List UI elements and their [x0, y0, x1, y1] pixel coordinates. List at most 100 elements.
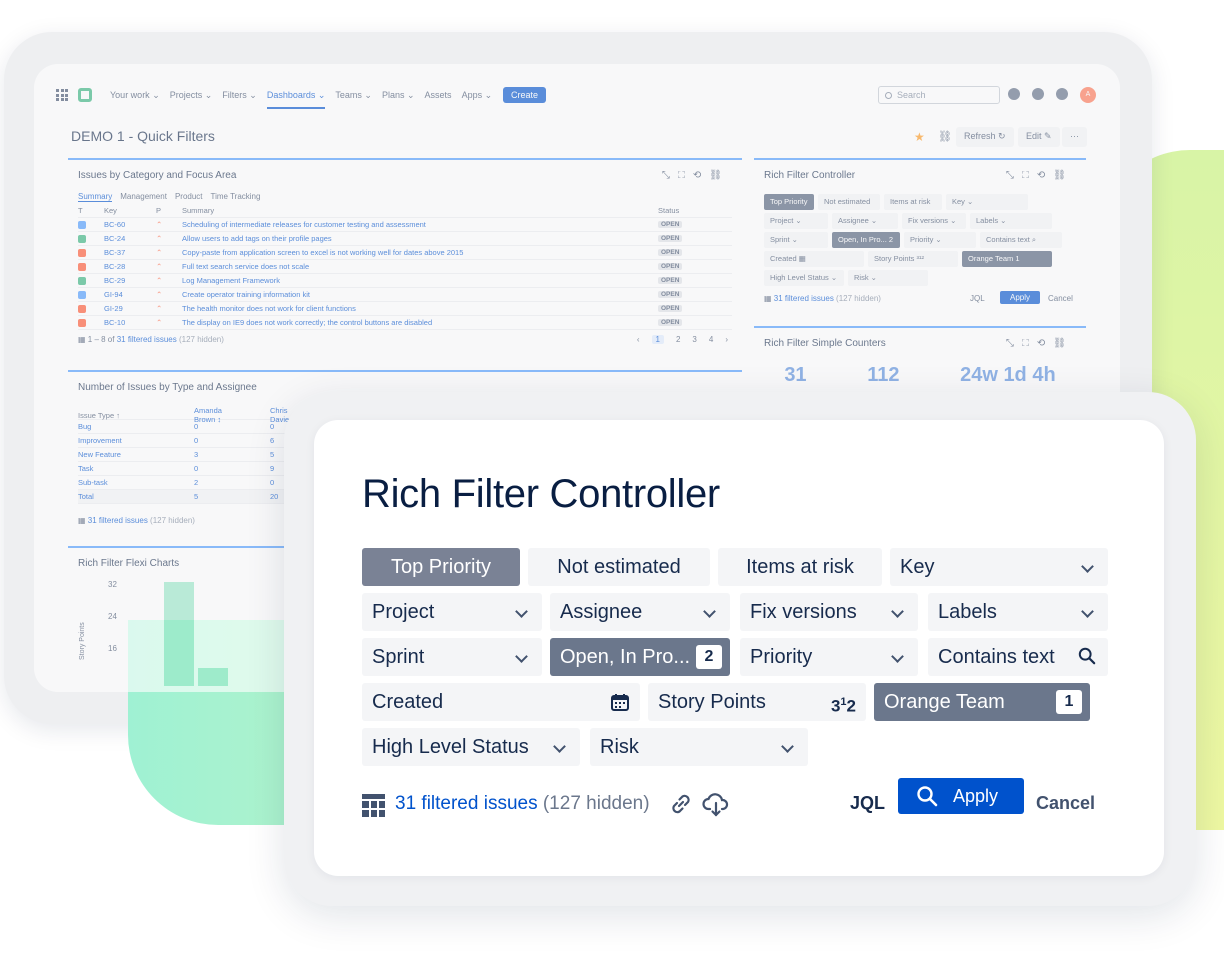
- count-cell[interactable]: 2: [166, 478, 242, 487]
- issue-summary[interactable]: The health monitor does not work for cli…: [182, 304, 658, 313]
- app-switcher-icon[interactable]: [56, 89, 68, 101]
- create-button[interactable]: Create: [503, 87, 547, 103]
- issue-summary[interactable]: Create operator training information kit: [182, 290, 658, 299]
- filtered-issues-link[interactable]: 31 filtered issues: [395, 793, 538, 814]
- tab-management[interactable]: Management: [120, 192, 167, 202]
- issue-key[interactable]: GI-29: [104, 304, 156, 313]
- mini-filter-chip[interactable]: Open, In Pro... 2: [832, 232, 900, 248]
- filter-fix-versions-dropdown[interactable]: Fix versions: [740, 593, 918, 631]
- filter-risk-dropdown[interactable]: Risk: [590, 728, 808, 766]
- issue-type-name[interactable]: Bug: [78, 422, 166, 431]
- table-row[interactable]: BC-60 ⌃ Scheduling of intermediate release…: [78, 218, 732, 232]
- mini-filter-chip[interactable]: Top Priority: [764, 194, 814, 210]
- page-next[interactable]: ›: [725, 335, 728, 344]
- quick-filter-items-at-risk[interactable]: Items at risk: [718, 548, 882, 586]
- mini-filter-chip[interactable]: Key ⌄: [946, 194, 1028, 210]
- star-icon[interactable]: ★: [914, 130, 925, 144]
- filter-story-points[interactable]: Story Points 312: [648, 683, 866, 721]
- mini-filter-chip[interactable]: Contains text ⌕: [980, 232, 1062, 248]
- nav-assets[interactable]: Assets: [425, 90, 452, 109]
- filter-assignee-dropdown[interactable]: Assignee: [550, 593, 730, 631]
- mini-filter-chip[interactable]: Fix versions ⌄: [902, 213, 966, 229]
- issue-key[interactable]: BC-37: [104, 248, 156, 257]
- cloud-download-icon[interactable]: [702, 790, 730, 818]
- avatar[interactable]: A: [1080, 87, 1096, 103]
- cancel-button[interactable]: Cancel: [1048, 294, 1073, 303]
- filter-project-dropdown[interactable]: Project: [362, 593, 542, 631]
- mini-filter-chip[interactable]: Items at risk: [884, 194, 942, 210]
- filter-created-date[interactable]: Created: [362, 683, 640, 721]
- help-icon[interactable]: [1032, 88, 1044, 100]
- mini-filter-chip[interactable]: Priority ⌄: [904, 232, 976, 248]
- cancel-button[interactable]: Cancel: [1036, 793, 1095, 814]
- apply-button[interactable]: Apply: [1000, 291, 1041, 304]
- issue-type-name[interactable]: Sub-task: [78, 478, 166, 487]
- filtered-issues-link[interactable]: 31 filtered issues: [88, 516, 148, 525]
- issue-type-name[interactable]: Task: [78, 464, 166, 473]
- refresh-button[interactable]: Refresh ↻: [956, 127, 1014, 147]
- mini-filter-chip[interactable]: Project ⌄: [764, 213, 828, 229]
- mini-filter-chip[interactable]: High Level Status ⌄: [764, 270, 844, 286]
- table-row[interactable]: BC-28 ⌃ Full text search service does not …: [78, 260, 732, 274]
- counter-points[interactable]: 112: [867, 364, 899, 387]
- count-cell[interactable]: 0: [166, 422, 242, 431]
- quick-filter-not-estimated[interactable]: Not estimated: [528, 548, 710, 586]
- filter-team-dropdown[interactable]: Orange Team 1: [874, 683, 1090, 721]
- table-row[interactable]: BC-29 ⌃ Log Management Framework OPEN: [78, 274, 732, 288]
- mini-filter-chip[interactable]: Sprint ⌄: [764, 232, 828, 248]
- col-key[interactable]: Key: [104, 206, 156, 215]
- tab-time-tracking[interactable]: Time Tracking: [211, 192, 261, 202]
- jira-logo-icon[interactable]: [78, 88, 92, 102]
- issue-summary[interactable]: Scheduling of intermediate releases for …: [182, 220, 658, 229]
- nav-teams[interactable]: Teams ⌄: [335, 90, 372, 109]
- nav-dashboards[interactable]: Dashboards ⌄: [266, 90, 326, 109]
- page-2[interactable]: 2: [676, 335, 680, 344]
- tab-summary[interactable]: Summary: [78, 192, 113, 202]
- mini-filter-chip[interactable]: Story Points ³¹²: [868, 251, 958, 267]
- issue-key[interactable]: BC-28: [104, 262, 156, 271]
- jql-button[interactable]: JQL: [970, 294, 985, 303]
- filter-sprint-dropdown[interactable]: Sprint: [362, 638, 542, 676]
- col-summary[interactable]: Summary: [182, 206, 658, 215]
- page-4[interactable]: 4: [709, 335, 713, 344]
- count-cell[interactable]: 0: [166, 436, 242, 445]
- total-a[interactable]: 5: [166, 492, 242, 501]
- table-row[interactable]: BC-24 ⌃ Allow users to add tags on their p…: [78, 232, 732, 246]
- mini-filter-chip[interactable]: Orange Team 1: [962, 251, 1052, 267]
- nav-plans[interactable]: Plans ⌄: [382, 90, 415, 109]
- issue-key[interactable]: BC-29: [104, 276, 156, 285]
- issue-key[interactable]: GI-94: [104, 290, 156, 299]
- notifications-icon[interactable]: [1008, 88, 1020, 100]
- nav-projects[interactable]: Projects ⌄: [170, 90, 213, 109]
- issue-type-name[interactable]: New Feature: [78, 450, 166, 459]
- issue-key[interactable]: BC-24: [104, 234, 156, 243]
- gadget-controls-icon[interactable]: ⤡⛶⟲⛓: [662, 170, 730, 181]
- filter-key-dropdown[interactable]: Key: [890, 548, 1108, 586]
- issue-type-name[interactable]: Improvement: [78, 436, 166, 445]
- more-button[interactable]: ···: [1062, 127, 1087, 147]
- issue-summary[interactable]: Allow users to add tags on their profile…: [182, 234, 658, 243]
- mini-filter-chip[interactable]: Labels ⌄: [970, 213, 1052, 229]
- link-icon[interactable]: [669, 792, 693, 816]
- search-input[interactable]: Search: [878, 86, 1000, 104]
- table-row[interactable]: GI-29 ⌃ The health monitor does not work f…: [78, 302, 732, 316]
- quick-filter-top-priority[interactable]: Top Priority: [362, 548, 520, 586]
- col-issue-type[interactable]: Issue Type ↑: [78, 411, 166, 420]
- issue-key[interactable]: BC-10: [104, 318, 156, 327]
- link-icon[interactable]: ⛓: [938, 130, 952, 143]
- gadget-controls-icon[interactable]: ⤡⛶⟲⛓: [1006, 338, 1074, 349]
- filtered-issues-link[interactable]: 31 filtered issues: [774, 294, 834, 303]
- col-status[interactable]: Status: [658, 206, 728, 215]
- issue-key[interactable]: BC-60: [104, 220, 156, 229]
- counter-issues[interactable]: 31: [784, 364, 806, 387]
- issue-summary[interactable]: Log Management Framework: [182, 276, 658, 285]
- filter-labels-dropdown[interactable]: Labels: [928, 593, 1108, 631]
- mini-filter-chip[interactable]: Created ▦: [764, 251, 864, 267]
- mini-filter-chip[interactable]: Risk ⌄: [848, 270, 928, 286]
- issue-summary[interactable]: Full text search service does not scale: [182, 262, 658, 271]
- issue-summary[interactable]: Copy-paste from application screen to ex…: [182, 248, 658, 257]
- nav-filters[interactable]: Filters ⌄: [222, 90, 257, 109]
- page-1[interactable]: 1: [651, 335, 664, 344]
- filter-priority-dropdown[interactable]: Priority: [740, 638, 918, 676]
- gadget-controls-icon[interactable]: ⤡⛶⟲⛓: [1006, 170, 1074, 181]
